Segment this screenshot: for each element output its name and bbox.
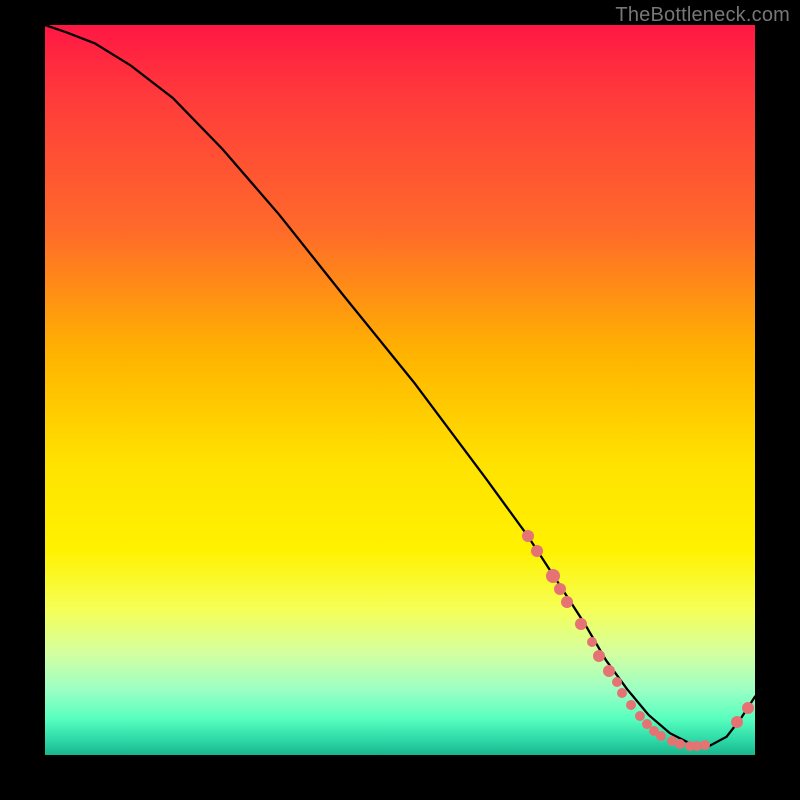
curve-svg bbox=[45, 25, 755, 755]
data-point bbox=[626, 700, 636, 710]
attribution-text: TheBottleneck.com bbox=[615, 4, 790, 27]
data-point bbox=[603, 665, 615, 677]
data-point bbox=[575, 618, 587, 630]
data-point bbox=[554, 583, 566, 595]
data-point bbox=[731, 716, 743, 728]
data-point bbox=[675, 739, 685, 749]
main-curve bbox=[45, 25, 755, 746]
data-point bbox=[531, 545, 543, 557]
plot-area bbox=[45, 25, 755, 755]
data-point bbox=[546, 569, 560, 583]
data-point bbox=[700, 740, 710, 750]
data-point bbox=[587, 637, 597, 647]
data-point bbox=[617, 688, 627, 698]
data-point bbox=[612, 677, 622, 687]
data-point bbox=[522, 530, 534, 542]
data-point bbox=[742, 702, 754, 714]
data-point bbox=[561, 596, 573, 608]
data-point bbox=[593, 650, 605, 662]
data-point bbox=[656, 731, 666, 741]
chart-stage: TheBottleneck.com bbox=[0, 0, 800, 800]
